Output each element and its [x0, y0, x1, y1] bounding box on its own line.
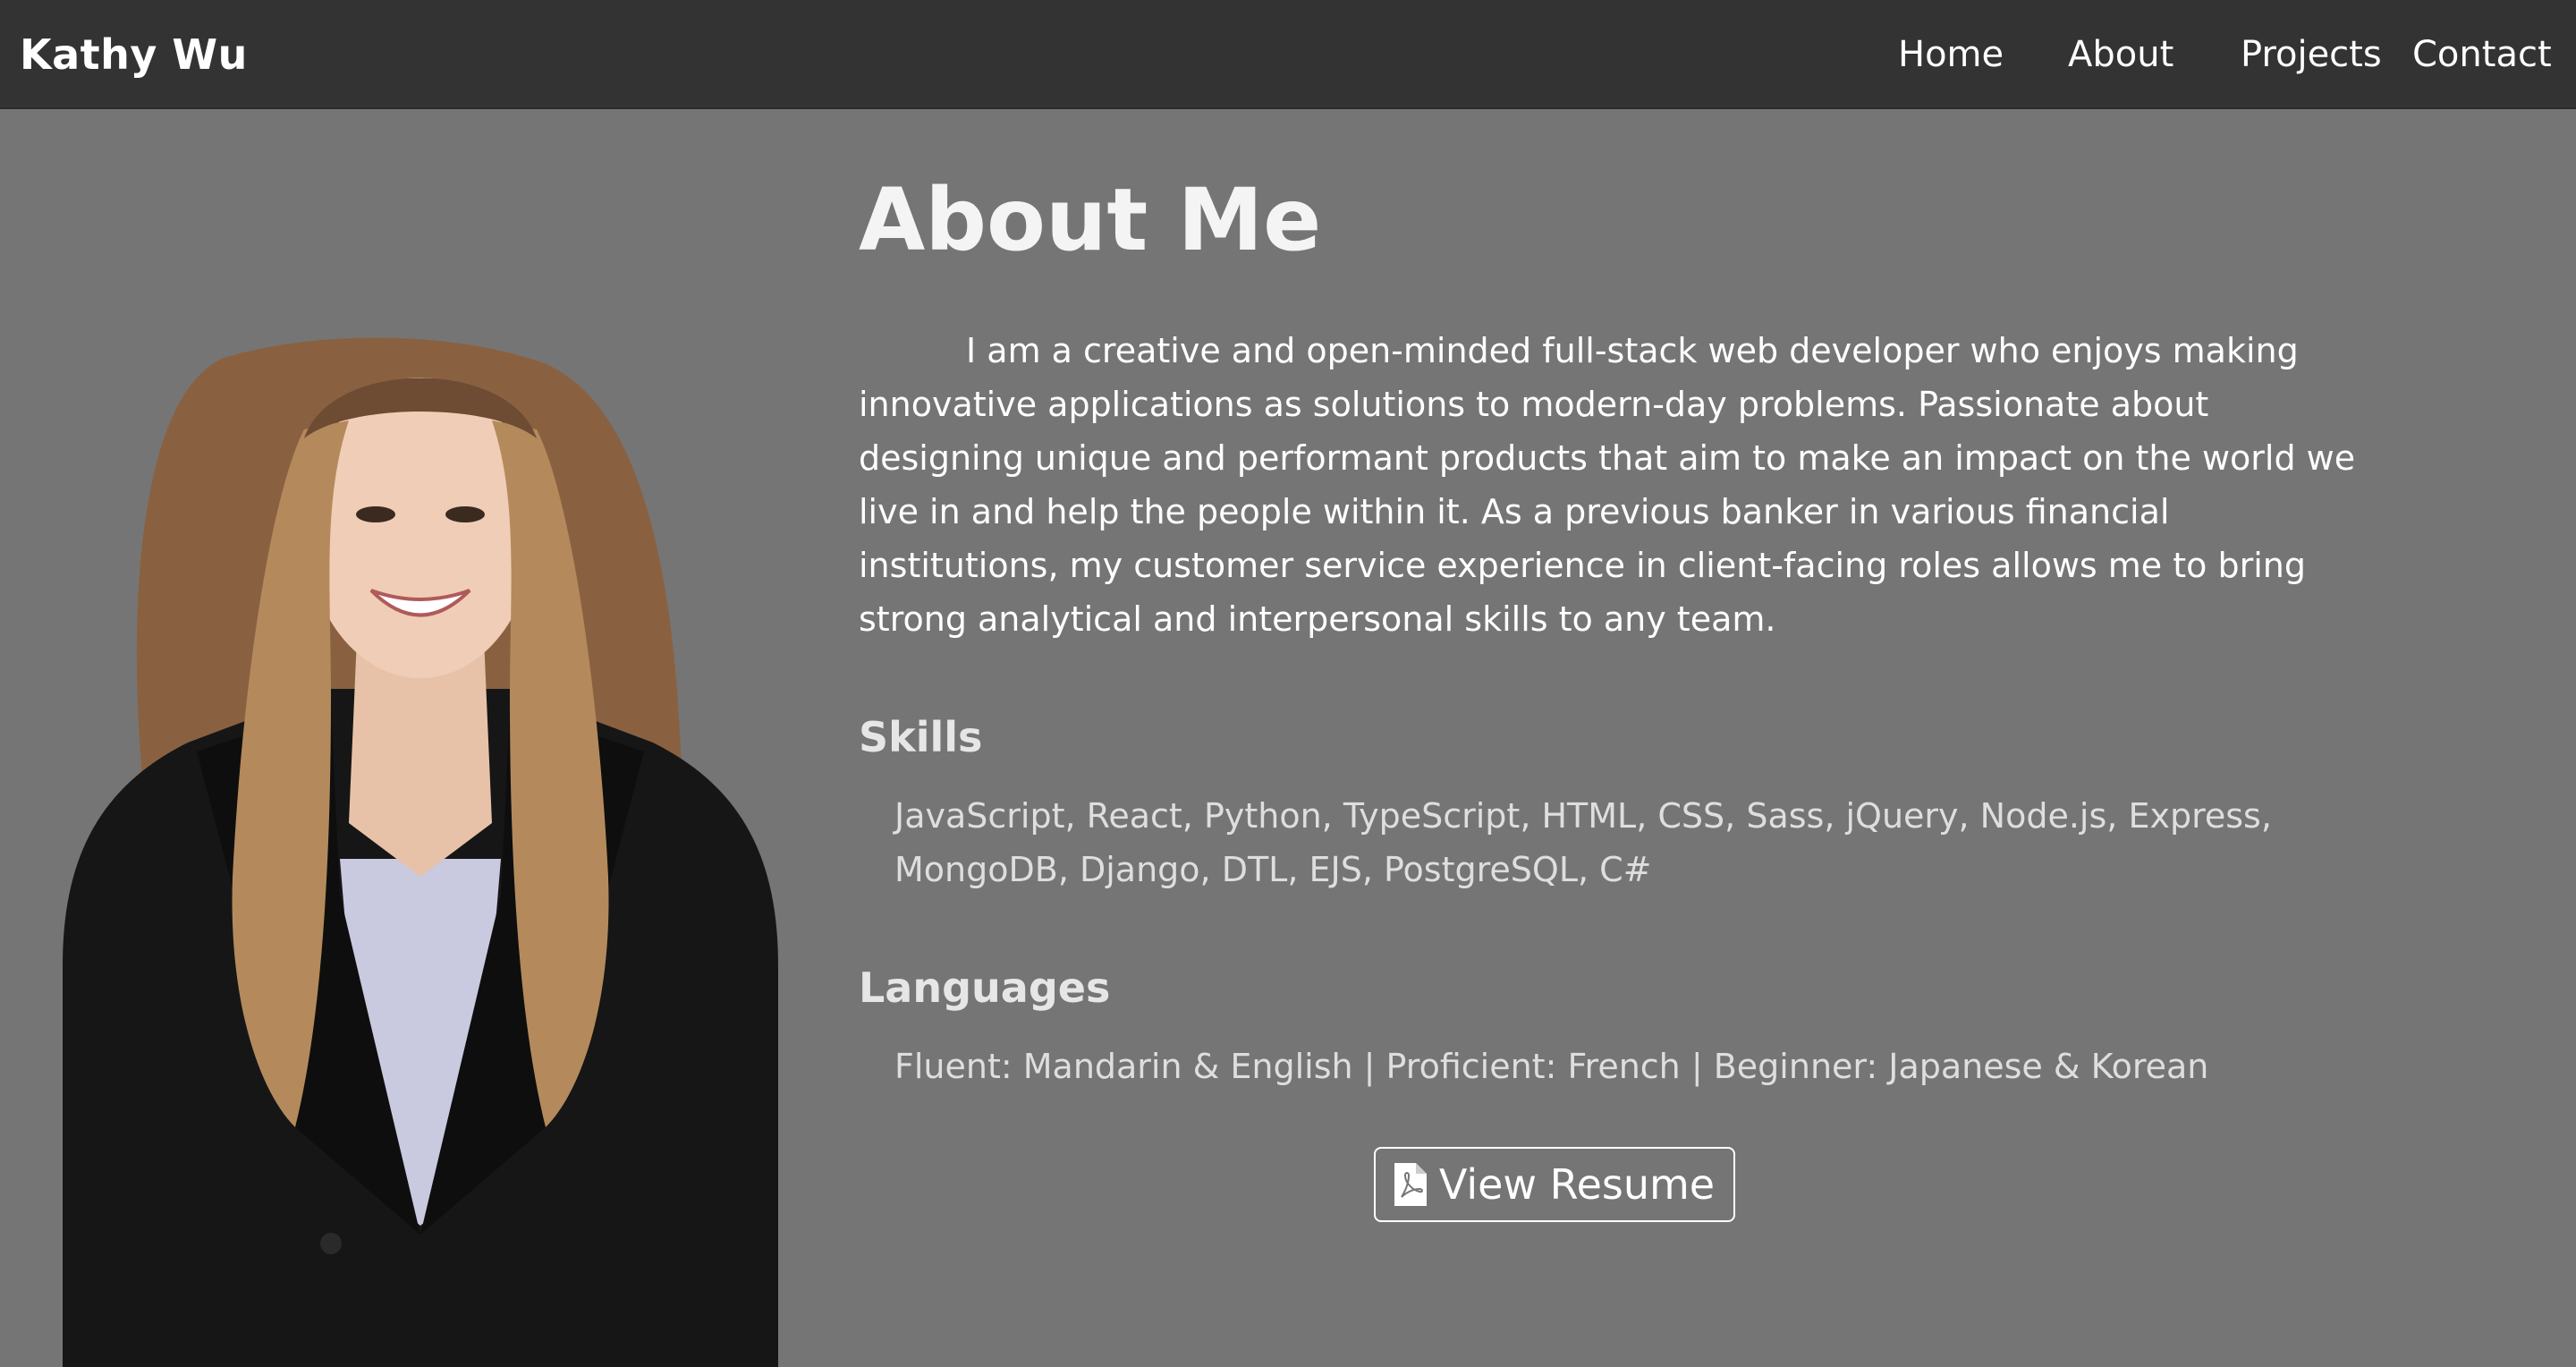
nav-link-contact[interactable]: Contact	[2412, 25, 2552, 84]
eye-right	[445, 506, 485, 522]
skills-list: JavaScript, React, Python, TypeScript, H…	[894, 796, 2272, 889]
profile-photo	[63, 337, 778, 1367]
languages-heading: Languages	[859, 964, 1111, 1012]
blazer-button	[320, 1233, 342, 1254]
view-resume-label: View Resume	[1438, 1160, 1716, 1209]
nav-link-home[interactable]: Home	[1898, 25, 2004, 84]
brand-logo[interactable]: Kathy Wu	[20, 25, 248, 84]
nav-link-projects[interactable]: Projects	[2241, 25, 2382, 84]
nav-link-about[interactable]: About	[2068, 25, 2174, 84]
skills-heading: Skills	[859, 713, 983, 761]
navbar: Kathy Wu Home About Projects Contact	[0, 0, 2576, 109]
bio-paragraph: I am a creative and open-minded full-sta…	[859, 331, 2356, 639]
eye-left	[356, 506, 395, 522]
page-title: About Me	[859, 170, 1322, 270]
file-pdf-icon	[1394, 1163, 1427, 1206]
view-resume-button[interactable]: View Resume	[1374, 1147, 1735, 1222]
languages-list: Fluent: Mandarin & English | Proficient:…	[894, 1047, 2209, 1086]
